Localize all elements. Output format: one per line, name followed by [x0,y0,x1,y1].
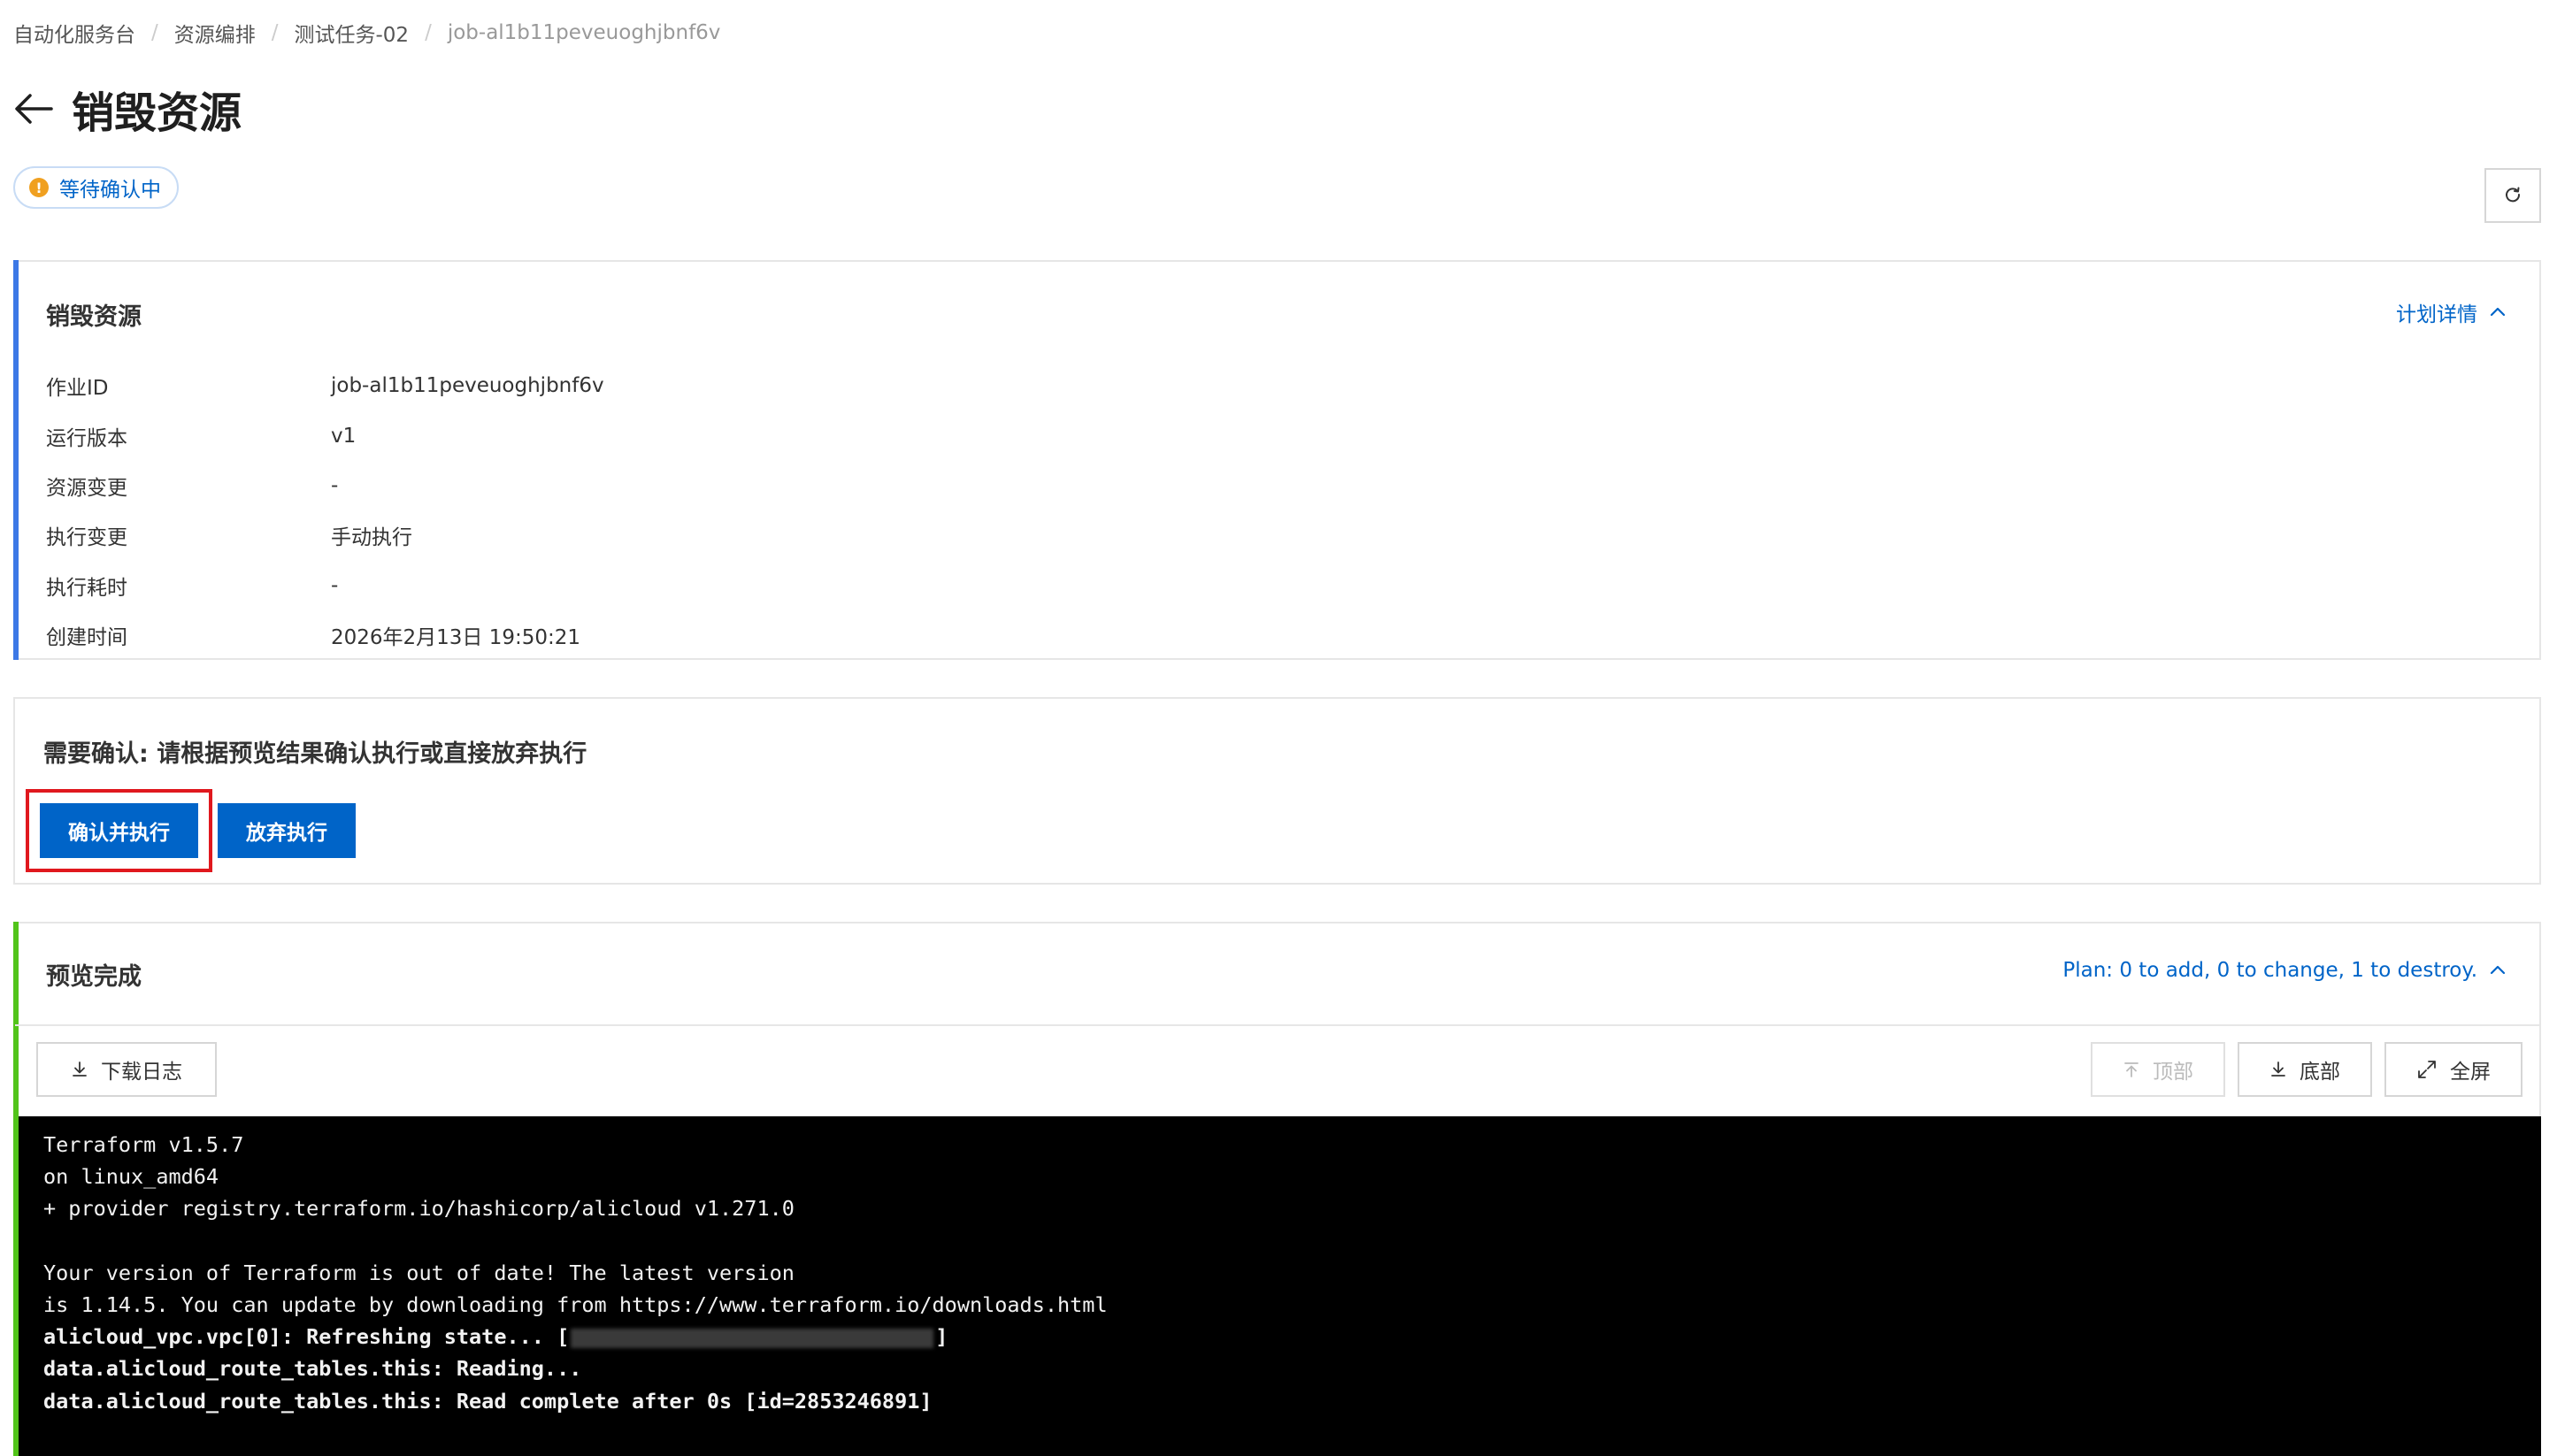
chevron-up-icon [2488,303,2507,322]
terminal-line: Your version of Terraform is out of date… [43,1257,2541,1289]
terminal-line-suffix: ] [935,1324,948,1350]
fullscreen-button[interactable]: 全屏 [2384,1042,2522,1097]
status-badge: ! 等待确认中 [13,166,179,209]
warning-icon: ! [29,178,49,197]
breadcrumb-item-orchestration[interactable]: 资源编排 [174,18,256,48]
refresh-button[interactable] [2484,168,2541,223]
info-row-job-id: 作业ID job-al1b11peveuoghjbnf6v [46,361,604,410]
info-row-version: 运行版本 v1 [46,410,604,460]
scroll-top-label: 顶部 [2153,1060,2193,1083]
page-title: 销毁资源 [72,88,242,138]
info-key: 执行耗时 [46,576,127,600]
info-row-duration: 执行耗时 - [46,561,604,610]
refresh-icon [2504,186,2522,206]
terminal-log[interactable]: Terraform v1.5.7 on linux_amd64 + provider… [19,1116,2541,1456]
confirmation-card: 需要确认: 请根据预览结果确认执行或直接放弃执行 确认并执行 放弃执行 [13,697,2541,885]
download-log-label: 下载日志 [101,1060,182,1083]
plan-summary-label: Plan: 0 to add, 0 to change, 1 to destro… [2062,959,2477,982]
terminal-line-text: data.alicloud_route_tables.this: Read co… [43,1388,933,1414]
info-key: 执行变更 [46,526,127,550]
info-value: - [331,473,339,497]
highlight-box: 确认并执行 [26,789,212,872]
card-title: 销毁资源 [46,303,142,331]
info-row-execution-change: 执行变更 手动执行 [46,510,604,560]
redacted-value [571,1328,934,1348]
info-key: 资源变更 [46,476,127,500]
terminal-line: alicloud_vpc.vpc[0]: Refreshing state...… [43,1321,2541,1353]
scroll-bottom-button[interactable]: 底部 [2238,1042,2372,1097]
download-icon [71,1061,88,1078]
plan-details-label: 计划详情 [2396,303,2477,326]
terminal-line: is 1.14.5. You can update by downloading… [43,1289,2541,1321]
terminal-line: data.alicloud_route_tables.this: Reading… [43,1353,2541,1384]
terminal-line-text: alicloud_vpc.vpc[0]: Refreshing state...… [43,1324,570,1350]
breadcrumb: 自动化服务台 / 资源编排 / 测试任务-02 / job-al1b11peve… [13,18,721,48]
info-key: 运行版本 [46,426,127,450]
scroll-bottom-label: 底部 [2300,1060,2340,1083]
divider [15,1024,2539,1026]
info-value: - [331,573,339,597]
abandon-execute-button[interactable]: 放弃执行 [218,803,356,858]
info-row-resource-change: 资源变更 - [46,461,604,510]
info-row-created-time: 创建时间 2026年2月13日 19:50:21 [46,610,604,660]
breadcrumb-separator: / [271,21,279,44]
terminal-line: data.alicloud_route_tables.this: Read co… [43,1385,2541,1417]
status-label: 等待确认中 [59,179,161,202]
terminal-line-text: Your version of Terraform is out of date… [43,1260,795,1285]
download-log-button[interactable]: 下载日志 [36,1042,217,1097]
confirm-execute-button[interactable]: 确认并执行 [40,803,198,858]
info-value: 手动执行 [331,526,412,550]
terminal-line-text: on linux_amd64 [43,1164,219,1190]
breadcrumb-item-automation[interactable]: 自动化服务台 [13,18,135,48]
breadcrumb-item-task[interactable]: 测试任务-02 [295,18,410,48]
arrow-top-icon [2123,1061,2140,1078]
confirmation-message: 需要确认: 请根据预览结果确认执行或直接放弃执行 [43,740,587,768]
plan-details-link[interactable]: 计划详情 [2396,297,2507,327]
terminal-line-text: data.alicloud_route_tables.this: Reading… [43,1356,582,1382]
terminal-line-text: Terraform v1.5.7 [43,1132,244,1157]
breadcrumb-item-job: job-al1b11peveuoghjbnf6v [447,21,721,44]
info-key: 创建时间 [46,626,127,650]
plan-summary-link[interactable]: Plan: 0 to add, 0 to change, 1 to destro… [2062,959,2507,982]
arrow-left-icon[interactable] [13,88,54,129]
resource-info-card: 销毁资源 计划详情 作业ID job-al1b11peveuoghjbnf6v … [13,260,2541,660]
chevron-up-icon [2488,961,2507,980]
card-accent-bar [13,260,19,660]
confirmation-actions: 确认并执行 放弃执行 [26,789,356,872]
card-title: 预览完成 [46,963,142,991]
info-value: job-al1b11peveuoghjbnf6v [331,374,604,398]
scroll-top-button[interactable]: 顶部 [2091,1042,2225,1097]
info-value: 2026年2月13日 19:50:21 [331,626,581,650]
terminal-line: Terraform v1.5.7 [43,1129,2541,1161]
page-header: 销毁资源 [13,78,242,140]
expand-icon [2416,1059,2438,1080]
terminal-line: on linux_amd64 [43,1161,2541,1192]
preview-card: 预览完成 Plan: 0 to add, 0 to change, 1 to d… [13,922,2541,1456]
info-table: 作业ID job-al1b11peveuoghjbnf6v 运行版本 v1 资源… [46,361,604,660]
breadcrumb-separator: / [425,21,432,44]
breadcrumb-separator: / [151,21,158,44]
arrow-bottom-icon [2269,1061,2287,1078]
info-key: 作业ID [46,377,109,401]
fullscreen-label: 全屏 [2450,1060,2491,1083]
terminal-line: + provider registry.terraform.io/hashico… [43,1192,2541,1224]
terminal-line-text: is 1.14.5. You can update by downloading… [43,1291,1108,1317]
terminal-line-text: + provider registry.terraform.io/hashico… [43,1196,795,1222]
info-value: v1 [331,424,357,448]
